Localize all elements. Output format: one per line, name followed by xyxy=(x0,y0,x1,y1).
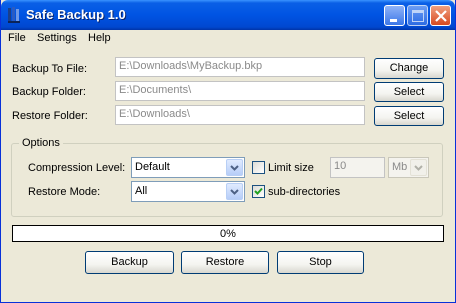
menu-settings[interactable]: Settings xyxy=(37,32,77,44)
maximize-icon xyxy=(412,10,424,22)
progress-bar: 0% xyxy=(12,225,444,242)
window-title: Safe Backup 1.0 xyxy=(26,7,126,22)
backup-to-file-field[interactable]: E:\Downloads\MyBackup.bkp xyxy=(115,57,365,77)
options-group-title: Options xyxy=(19,137,63,149)
chevron-down-icon[interactable] xyxy=(410,159,427,176)
restore-mode-select[interactable]: All xyxy=(131,181,245,202)
backup-folder-field[interactable]: E:\Documents\ xyxy=(115,81,365,101)
limit-size-checkbox[interactable] xyxy=(252,161,265,174)
backup-folder-label: Backup Folder: xyxy=(12,86,86,98)
menu-bar: File Settings Help xyxy=(1,30,455,47)
minimize-button[interactable] xyxy=(384,5,405,26)
progress-text: 0% xyxy=(220,228,236,240)
restore-mode-label: Restore Mode: xyxy=(28,186,101,198)
maximize-button[interactable] xyxy=(407,5,428,26)
change-button[interactable]: Change xyxy=(374,58,444,79)
backup-folder-select-button[interactable]: Select xyxy=(374,82,444,102)
options-group xyxy=(11,143,443,217)
stop-button[interactable]: Stop xyxy=(277,251,364,274)
compression-level-select[interactable]: Default xyxy=(131,157,245,178)
app-icon xyxy=(8,7,20,23)
main-window: Safe Backup 1.0 File Settings Help Backu… xyxy=(0,0,456,303)
minimize-icon xyxy=(390,19,397,22)
checkmark-icon xyxy=(254,187,263,195)
menu-file[interactable]: File xyxy=(8,32,26,44)
limit-size-label: Limit size xyxy=(268,162,314,174)
sub-directories-label: sub-directories xyxy=(268,186,341,198)
backup-button[interactable]: Backup xyxy=(85,251,174,274)
compression-level-label: Compression Level: xyxy=(28,162,126,174)
close-button[interactable] xyxy=(430,5,451,26)
sub-directories-checkbox[interactable] xyxy=(252,185,265,198)
restore-mode-value: All xyxy=(135,185,148,197)
restore-folder-field[interactable]: E:\Downloads\ xyxy=(115,105,365,125)
menu-help[interactable]: Help xyxy=(88,32,111,44)
limit-size-unit-select[interactable]: Mb xyxy=(388,157,429,178)
limit-size-unit-value: Mb xyxy=(392,161,408,173)
compression-level-value: Default xyxy=(135,161,170,173)
limit-size-field[interactable]: 10 xyxy=(330,157,385,178)
restore-folder-label: Restore Folder: xyxy=(12,110,88,122)
restore-folder-select-button[interactable]: Select xyxy=(374,106,444,126)
title-bar[interactable]: Safe Backup 1.0 xyxy=(1,0,455,30)
close-icon xyxy=(435,10,447,22)
restore-button[interactable]: Restore xyxy=(181,251,269,274)
chevron-down-icon[interactable] xyxy=(226,159,243,176)
backup-to-file-label: Backup To File: xyxy=(12,63,88,75)
chevron-down-icon[interactable] xyxy=(226,183,243,200)
